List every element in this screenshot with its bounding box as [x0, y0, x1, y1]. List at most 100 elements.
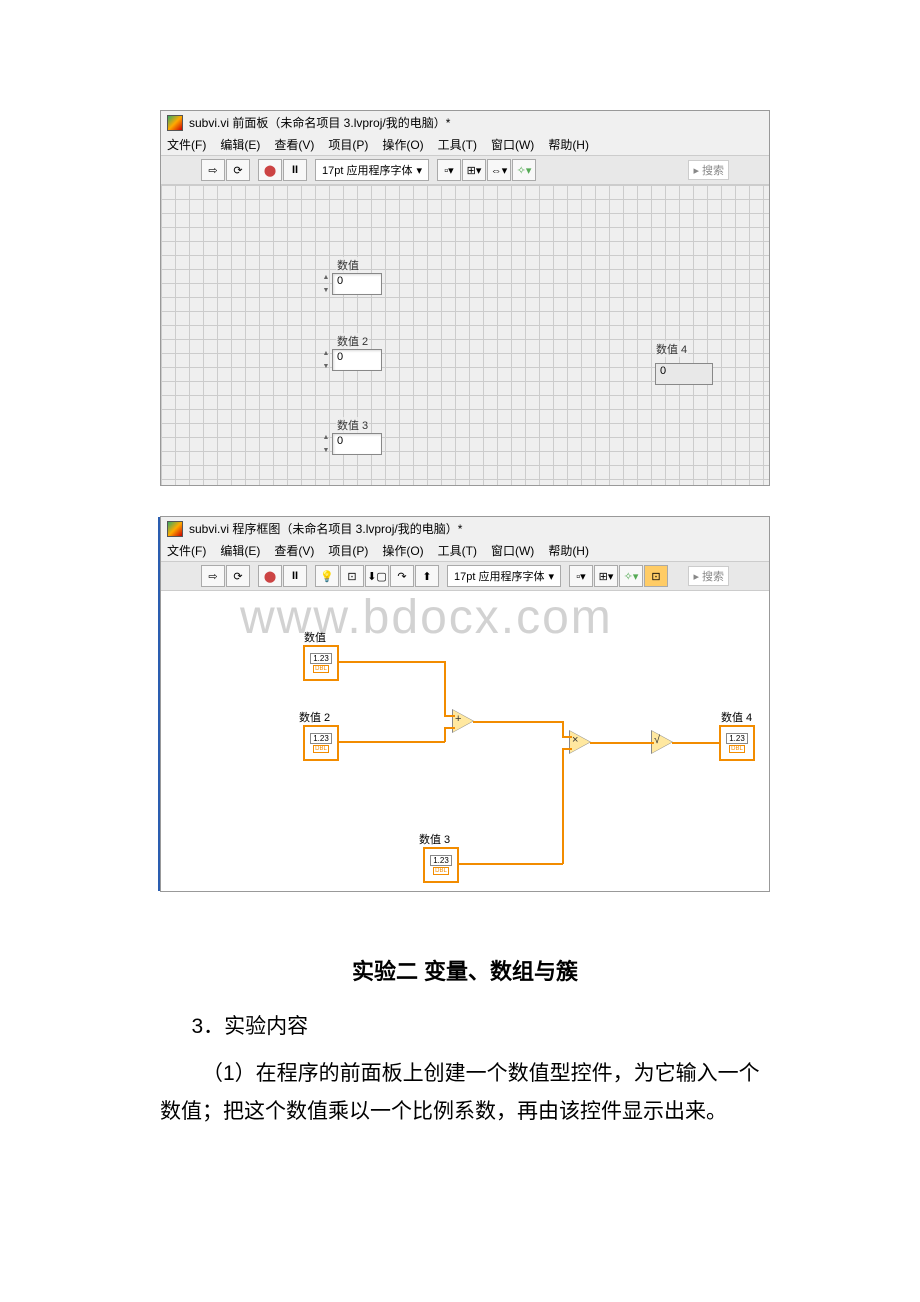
menu-tools[interactable]: 工具(T)	[438, 542, 477, 559]
spinner-icon[interactable]: ▲▼	[321, 350, 331, 370]
menu-help[interactable]: 帮助(H)	[548, 136, 589, 153]
window-title-bar: subvi.vi 前面板（未命名项目 3.lvproj/我的电脑）*	[161, 111, 769, 134]
align-button[interactable]: ▫▾	[569, 565, 593, 587]
menu-tools[interactable]: 工具(T)	[438, 136, 477, 153]
wire	[562, 736, 572, 738]
retain-wire-button[interactable]: ⊡	[340, 565, 364, 587]
menu-window[interactable]: 窗口(W)	[491, 542, 534, 559]
toolbar: ⇨ ⟳ ⬤ II 17pt 应用程序字体▾ ▫▾ ⊞▾ ⇔▾ ✧▾ ▸ 搜索	[161, 155, 769, 185]
node-label-1: 数值	[304, 629, 326, 645]
menu-bar: 文件(F) 编辑(E) 查看(V) 项目(P) 操作(O) 工具(T) 窗口(W…	[161, 134, 769, 155]
terminal-indicator-4[interactable]: 1.23 DBL	[719, 725, 755, 761]
search-expand-icon: ▸	[693, 164, 699, 177]
menu-file[interactable]: 文件(F)	[167, 542, 206, 559]
multiply-node[interactable]	[570, 731, 590, 753]
control-label-1: 数值	[336, 257, 360, 273]
sqrt-node[interactable]	[652, 731, 672, 753]
menu-file[interactable]: 文件(F)	[167, 136, 206, 153]
menu-view[interactable]: 查看(V)	[274, 542, 314, 559]
pause-button[interactable]: II	[283, 159, 307, 181]
terminal-control-2[interactable]: 1.23 DBL	[303, 725, 339, 761]
numeric-control-2[interactable]: ▲▼ 0	[321, 349, 382, 371]
align-button[interactable]: ▫▾	[437, 159, 461, 181]
numeric-control-3[interactable]: ▲▼ 0	[321, 433, 382, 455]
run-button[interactable]: ⇨	[201, 159, 225, 181]
pause-button[interactable]: II	[283, 565, 307, 587]
run-continuously-button[interactable]: ⟳	[226, 159, 250, 181]
wire	[562, 721, 564, 737]
cleanup-button[interactable]: ✧▾	[619, 565, 643, 587]
block-diagram-window: subvi.vi 程序框图（未命名项目 3.lvproj/我的电脑）* 文件(F…	[160, 516, 770, 892]
run-continuously-button[interactable]: ⟳	[226, 565, 250, 587]
wire	[562, 748, 564, 864]
indicator-value: 0	[655, 363, 713, 385]
window-title: subvi.vi 前面板（未命名项目 3.lvproj/我的电脑）*	[189, 114, 450, 131]
node-label-2: 数值 2	[299, 709, 330, 725]
menu-bar: 文件(F) 编辑(E) 查看(V) 项目(P) 操作(O) 工具(T) 窗口(W…	[161, 540, 769, 561]
spinner-icon[interactable]: ▲▼	[321, 434, 331, 454]
abort-button[interactable]: ⬤	[258, 159, 282, 181]
spinner-icon[interactable]: ▲▼	[321, 274, 331, 294]
add-node[interactable]	[453, 710, 473, 732]
toolbar: ⇨ ⟳ ⬤ II 💡 ⊡ ⬇▢ ↷ ⬆ 17pt 应用程序字体▾ ▫▾	[161, 561, 769, 591]
wire	[444, 727, 446, 742]
abort-button[interactable]: ⬤	[258, 565, 282, 587]
menu-operate[interactable]: 操作(O)	[382, 542, 423, 559]
menu-project[interactable]: 项目(P)	[328, 542, 368, 559]
menu-window[interactable]: 窗口(W)	[491, 136, 534, 153]
wire	[457, 863, 563, 865]
font-selector[interactable]: 17pt 应用程序字体▾	[447, 565, 561, 587]
menu-help[interactable]: 帮助(H)	[548, 542, 589, 559]
control-label-3: 数值 3	[336, 417, 369, 433]
reorder-button[interactable]: ✧▾	[512, 159, 536, 181]
window-title-bar: subvi.vi 程序框图（未命名项目 3.lvproj/我的电脑）*	[161, 517, 769, 540]
front-panel-canvas[interactable]: 数值 ▲▼ 0 数值 2 ▲▼ 0 数值 3 ▲▼ 0 数值 4 0	[161, 185, 769, 485]
menu-edit[interactable]: 编辑(E)	[220, 136, 260, 153]
search-box[interactable]: ▸ 搜索	[688, 160, 729, 180]
reorder-button[interactable]: ⊡	[644, 565, 668, 587]
wire	[590, 742, 654, 744]
window-title: subvi.vi 程序框图（未命名项目 3.lvproj/我的电脑）*	[189, 520, 462, 537]
wire	[337, 661, 445, 663]
front-panel-window: subvi.vi 前面板（未命名项目 3.lvproj/我的电脑）* 文件(F)…	[160, 110, 770, 486]
control-label-2: 数值 2	[336, 333, 369, 349]
distribute-button[interactable]: ⊞▾	[462, 159, 486, 181]
menu-operate[interactable]: 操作(O)	[382, 136, 423, 153]
search-placeholder: 搜索	[702, 568, 724, 584]
numeric-value-1[interactable]: 0	[332, 273, 382, 295]
step-out-button[interactable]: ⬆	[415, 565, 439, 587]
menu-edit[interactable]: 编辑(E)	[220, 542, 260, 559]
terminal-control-1[interactable]: 1.23 DBL	[303, 645, 339, 681]
wire	[562, 748, 572, 750]
node-label-4: 数值 4	[721, 709, 752, 725]
block-diagram-canvas[interactable]: 数值 数值 2 数值 3 数值 4 1.23 DBL 1.23 DBL 1.23…	[161, 591, 769, 891]
labview-icon	[167, 115, 183, 131]
window-left-accent	[158, 517, 160, 891]
indicator-label: 数值 4	[655, 341, 688, 357]
highlight-exec-button[interactable]: 💡	[315, 565, 339, 587]
search-placeholder: 搜索	[702, 162, 724, 178]
paragraph-2: （1）在程序的前面板上创建一个数值型控件，为它输入一个数值；把这个数值乘以一个比…	[160, 1055, 770, 1131]
section-heading: 实验二 变量、数组与簇	[160, 952, 770, 992]
step-over-button[interactable]: ↷	[390, 565, 414, 587]
step-into-button[interactable]: ⬇▢	[365, 565, 389, 587]
search-expand-icon: ▸	[693, 570, 699, 583]
numeric-indicator: 0	[655, 363, 713, 385]
menu-project[interactable]: 项目(P)	[328, 136, 368, 153]
node-label-3: 数值 3	[419, 831, 450, 847]
labview-icon	[167, 521, 183, 537]
menu-view[interactable]: 查看(V)	[274, 136, 314, 153]
numeric-value-3[interactable]: 0	[332, 433, 382, 455]
font-selector[interactable]: 17pt 应用程序字体▾	[315, 159, 429, 181]
distribute-button[interactable]: ⊞▾	[594, 565, 618, 587]
paragraph-1: 3．实验内容	[160, 1008, 770, 1046]
run-button[interactable]: ⇨	[201, 565, 225, 587]
resize-button[interactable]: ⇔▾	[487, 159, 511, 181]
search-box[interactable]: ▸ 搜索	[688, 566, 729, 586]
document-body: 实验二 变量、数组与簇 3．实验内容 （1）在程序的前面板上创建一个数值型控件，…	[160, 952, 770, 1131]
terminal-control-3[interactable]: 1.23 DBL	[423, 847, 459, 883]
numeric-value-2[interactable]: 0	[332, 349, 382, 371]
wire	[672, 742, 720, 744]
numeric-control-1[interactable]: ▲▼ 0	[321, 273, 382, 295]
wire	[444, 661, 446, 716]
